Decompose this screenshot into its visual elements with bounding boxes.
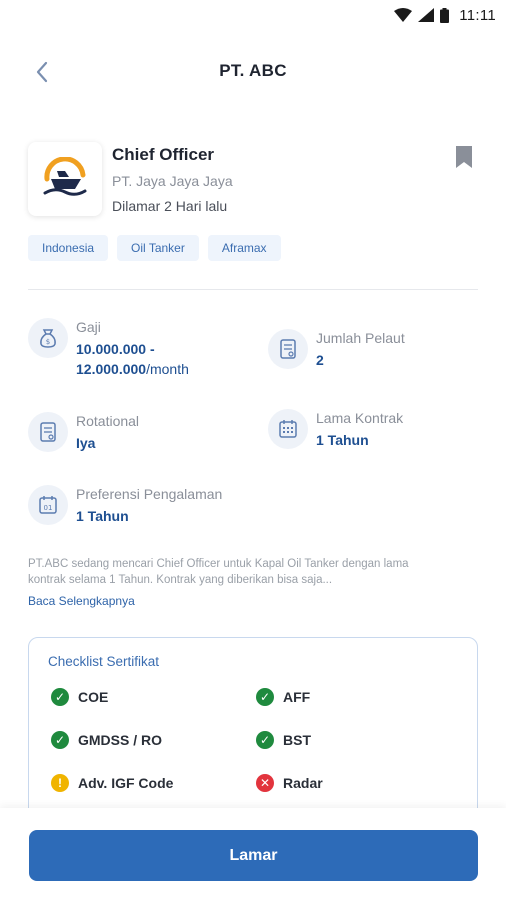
document-icon [268, 329, 308, 369]
info-value: 1 Tahun [76, 508, 129, 524]
bottom-action-bar: Lamar [0, 808, 506, 900]
check-icon: ✓ [256, 688, 274, 706]
page-title: PT. ABC [219, 61, 287, 80]
check-icon: ✓ [51, 688, 69, 706]
cert-item: ✕ Radar [256, 774, 323, 792]
cert-label: Radar [283, 775, 323, 791]
cert-item: ✓ BST [256, 731, 311, 749]
cert-item: ✓ COE [51, 688, 108, 706]
tag-list: Indonesia Oil Tanker Aframax [28, 235, 281, 261]
apply-button[interactable]: Lamar [29, 830, 478, 881]
svg-text:$: $ [46, 338, 50, 346]
money-bag-icon: $ [28, 318, 68, 358]
status-icons [394, 7, 450, 23]
check-icon: ✓ [256, 731, 274, 749]
calendar-icon: 01 [28, 485, 68, 525]
info-label: Gaji [76, 319, 101, 335]
signal-icon [418, 8, 435, 22]
info-preferensi: 01 Preferensi Pengalaman 1 Tahun [28, 485, 222, 526]
battery-icon [440, 7, 450, 23]
info-lama-kontrak: Lama Kontrak 1 Tahun [268, 409, 403, 450]
salary-unit: /month [146, 361, 189, 377]
info-label: Lama Kontrak [316, 410, 404, 426]
info-label: Rotational [76, 413, 140, 429]
info-value: 1 Tahun [316, 432, 369, 448]
cert-item: ✓ GMDSS / RO [51, 731, 162, 749]
info-value: Iya [76, 435, 96, 451]
info-value: 2 [316, 352, 324, 368]
ship-logo-icon [43, 157, 87, 196]
cert-label: BST [283, 732, 311, 748]
cert-label: AFF [283, 689, 311, 705]
info-jumlah-pelaut: Jumlah Pelaut 2 [268, 329, 405, 370]
wifi-icon [394, 8, 413, 22]
warning-icon: ! [51, 774, 69, 792]
divider [28, 289, 478, 290]
job-title: Chief Officer [112, 145, 215, 164]
svg-text:01: 01 [44, 504, 53, 512]
posted-time: Dilamar 2 Hari lalu [112, 198, 228, 214]
app-header: PT. ABC [0, 52, 506, 92]
tag: Oil Tanker [117, 235, 199, 261]
certificate-checklist: Checklist Sertifikat ✓ COE ✓ AFF ✓ GMDSS… [28, 637, 478, 837]
company-name: PT. Jaya Jaya Jaya [112, 173, 233, 189]
read-more-link[interactable]: Baca Selengkapnya [28, 594, 135, 608]
info-rotational: Rotational Iya [28, 412, 139, 453]
bookmark-icon[interactable] [455, 145, 473, 169]
cross-icon: ✕ [256, 774, 274, 792]
salary-min: 10.000.000 - [76, 341, 155, 357]
status-time: 11:11 [459, 6, 496, 24]
cert-label: Adv. IGF Code [78, 775, 174, 791]
cert-item: ! Adv. IGF Code [51, 774, 173, 792]
info-gaji: $ Gaji 10.000.000 - 12.000.000/month [28, 318, 189, 379]
document-icon [28, 412, 68, 452]
status-bar: 11:11 [0, 0, 506, 30]
cert-label: GMDSS / RO [78, 732, 163, 748]
salary-value: 10.000.000 - 12.000.000/month [76, 339, 189, 379]
tag: Aframax [207, 235, 281, 261]
company-logo [28, 142, 102, 216]
tag: Indonesia [28, 235, 109, 261]
cert-label: COE [78, 689, 109, 705]
calendar-grid-icon [268, 409, 308, 449]
checklist-title: Checklist Sertifikat [48, 654, 160, 669]
check-icon: ✓ [51, 731, 69, 749]
info-label: Jumlah Pelaut [316, 330, 405, 346]
salary-max: 12.000.000 [76, 361, 147, 377]
cert-item: ✓ AFF [256, 688, 310, 706]
job-description: PT.ABC sedang mencari Chief Officer untu… [28, 558, 409, 586]
info-label: Preferensi Pengalaman [76, 486, 223, 502]
